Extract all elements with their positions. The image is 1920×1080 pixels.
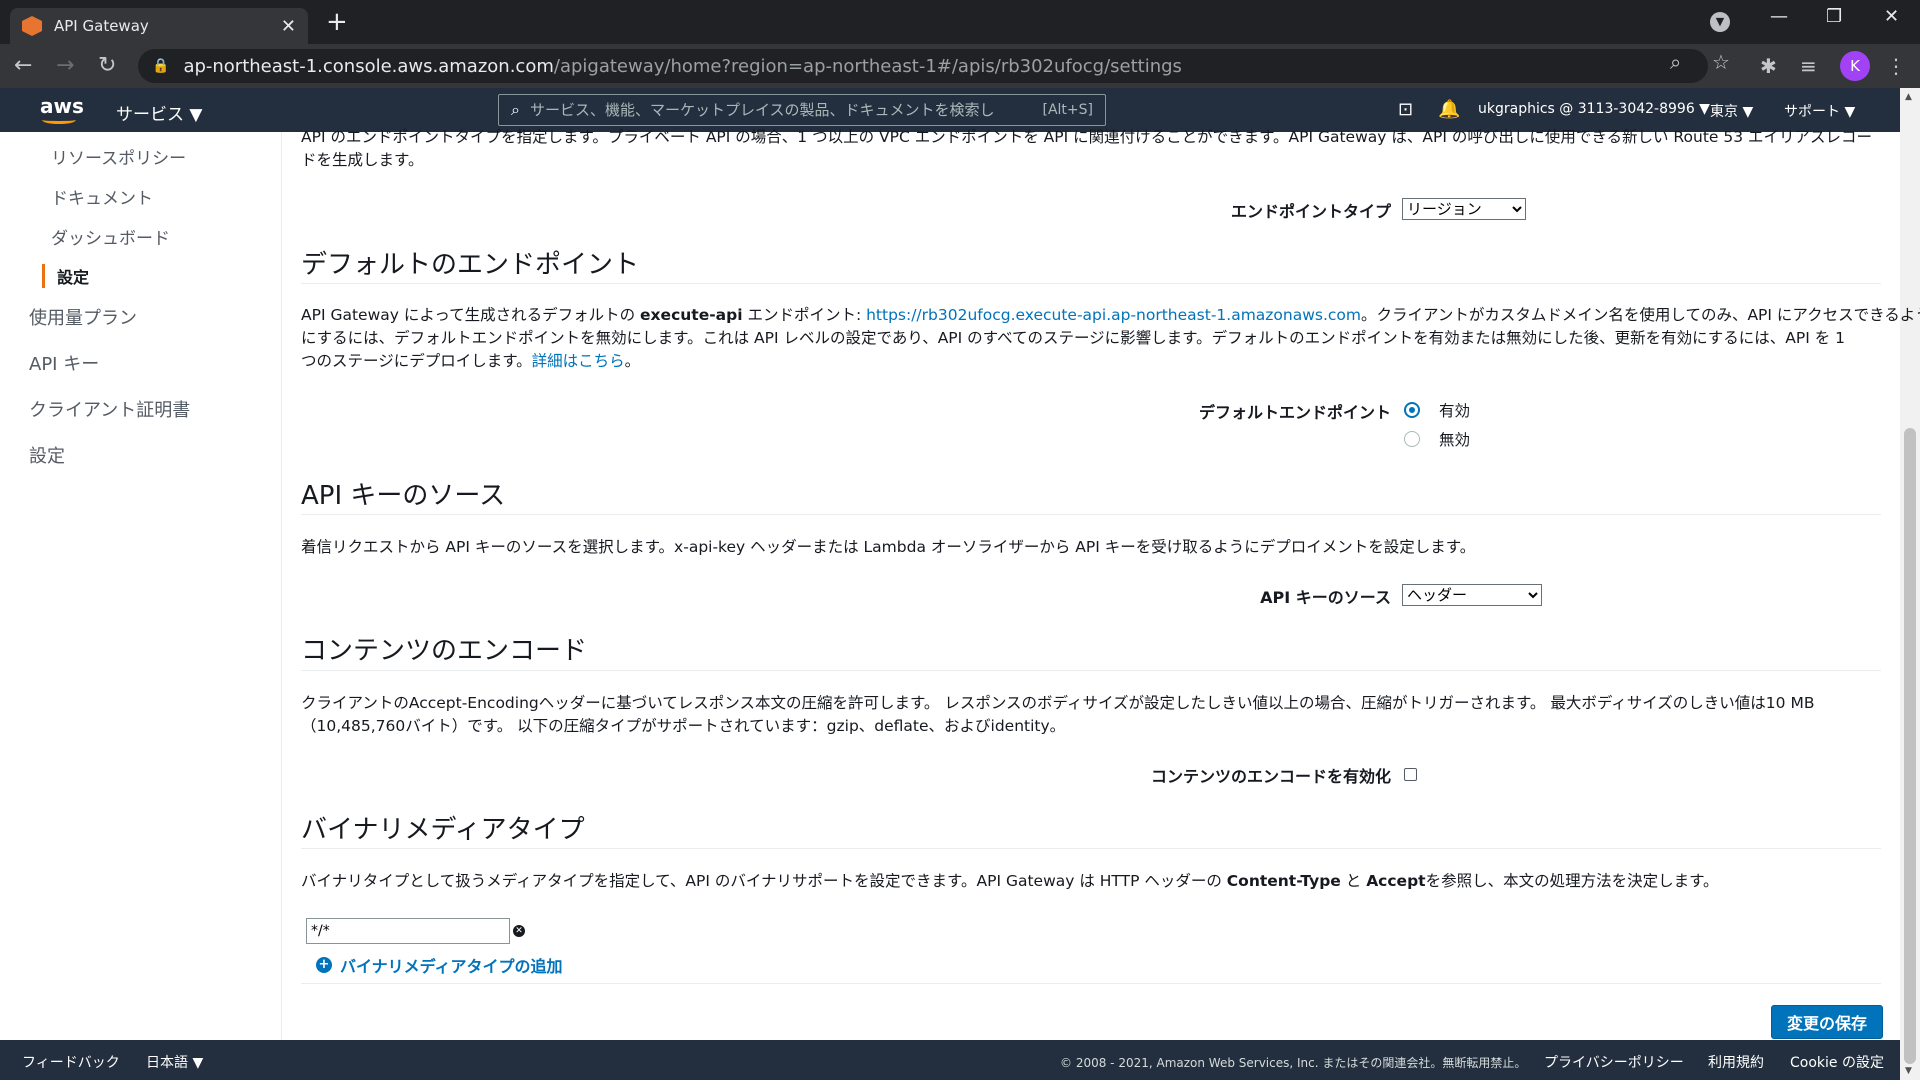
api-key-source-heading: API キーのソース [301, 481, 506, 511]
remove-media-type-icon[interactable]: ✕ [513, 925, 525, 937]
support-menu[interactable]: サポート ▼ [1784, 101, 1855, 121]
sidebar-item-dashboard[interactable]: ダッシュボード [51, 224, 170, 249]
binary-media-heading: バイナリメディアタイプ [301, 815, 585, 845]
main-content: API のエンドポイントタイプを指定します。プライベート API の場合、1 つ… [301, 128, 1920, 1040]
default-endpoint-label: デフォルトエンドポイント [1198, 403, 1391, 422]
default-endpoint-enabled-radio[interactable] [1404, 402, 1420, 418]
sidebar-item-resource-policy[interactable]: リソースポリシー [51, 144, 186, 169]
zoom-search-icon[interactable]: ⌕ [1670, 50, 1681, 74]
sidebar-item-usage-plans[interactable]: 使用量プラン [29, 304, 137, 330]
endpoint-type-select[interactable]: リージョン [1402, 198, 1526, 220]
default-endpoint-enabled-label: 有効 [1439, 402, 1471, 420]
back-icon[interactable]: ← [14, 53, 32, 78]
aws-logo[interactable]: aws [40, 94, 84, 124]
aws-search-input[interactable] [529, 101, 1043, 119]
content-encoding-description-line1: クライアントのAccept-Encodingヘッダーに基づいてレスポンス本文の圧… [301, 694, 1815, 712]
scroll-down-icon[interactable]: ▼ [1905, 1066, 1912, 1076]
browser-tab-strip: API Gateway ✕ + ▼ — ❐ ✕ [0, 0, 1920, 44]
default-endpoint-disabled-label: 無効 [1439, 431, 1471, 449]
console-footer: フィードバック 日本語 ▼ © 2008 - 2021, Amazon Web … [0, 1040, 1900, 1080]
terms-link[interactable]: 利用規約 [1708, 1052, 1764, 1072]
content-encoding-heading: コンテンツのエンコード [301, 636, 588, 666]
api-key-source-label: API キーのソース [1260, 588, 1391, 607]
forward-icon[interactable]: → [56, 53, 74, 78]
divider [301, 848, 1881, 849]
notifications-bell-icon[interactable]: 🔔 [1438, 99, 1460, 120]
language-selector[interactable]: 日本語 ▼ [146, 1052, 203, 1072]
sidebar-item-settings[interactable]: 設定 [29, 442, 65, 468]
feedback-link[interactable]: フィードバック [22, 1052, 120, 1072]
search-shortcut: [Alt+S] [1042, 102, 1094, 118]
cloudshell-icon[interactable]: ⊡ [1398, 99, 1413, 120]
profile-avatar[interactable]: K [1840, 51, 1870, 81]
lock-icon[interactable]: 🔒 [152, 58, 169, 74]
search-icon: ⌕ [511, 100, 520, 119]
endpoint-type-label: エンドポイントタイプ [1230, 202, 1391, 221]
tab-title: API Gateway [54, 17, 149, 35]
binary-media-description: バイナリタイプとして扱うメディアタイプを指定して、API のバイナリサポートを設… [301, 872, 1719, 890]
page-scrollbar[interactable]: ▲ ▼ [1900, 88, 1920, 1080]
close-window-icon[interactable]: ✕ [1884, 6, 1899, 27]
tab-search-icon[interactable]: ▼ [1710, 12, 1730, 32]
content-encoding-label: コンテンツのエンコードを有効化 [1150, 767, 1391, 786]
execute-api-url-link[interactable]: https://rb302ufocg.execute-api.ap-northe… [866, 306, 1361, 324]
default-endpoint-description-line3: つのステージにデプロイします。詳細はこちら。 [301, 352, 641, 370]
save-changes-button[interactable]: 変更の保存 [1771, 1005, 1883, 1039]
divider [301, 514, 1881, 515]
sidebar-item-client-certificates[interactable]: クライアント証明書 [29, 396, 190, 422]
new-tab-icon[interactable]: + [326, 8, 348, 36]
add-circle-icon: + [316, 957, 332, 973]
divider [301, 670, 1881, 671]
divider [301, 983, 1881, 984]
bookmark-star-icon[interactable]: ☆ [1712, 50, 1730, 74]
endpoint-description-line1: API のエンドポイントタイプを指定します。プライベート API の場合、1 つ… [301, 128, 1873, 146]
content-encoding-description-line2: （10,485,760バイト）です。 以下の圧縮タイプがサポートされています：g… [301, 717, 1066, 735]
api-key-source-select[interactable]: ヘッダー [1402, 584, 1542, 606]
url-text[interactable]: ap-northeast-1.console.aws.amazon.com/ap… [183, 56, 1182, 77]
default-endpoint-description-line2: にするには、デフォルトエンドポイントを無効にします。これは API レベルの設定… [301, 329, 1845, 347]
media-control-icon[interactable]: ≡ [1800, 54, 1817, 78]
sidebar: リソースポリシー ドキュメント ダッシュボード 設定 使用量プラン API キー… [0, 132, 282, 1040]
api-key-source-description: 着信リクエストから API キーのソースを選択します。x-api-key ヘッダ… [301, 538, 1476, 556]
sidebar-item-documentation[interactable]: ドキュメント [51, 184, 153, 209]
address-bar[interactable]: 🔒 ap-northeast-1.console.aws.amazon.com/… [138, 49, 1708, 83]
default-endpoint-description-line1: API Gateway によって生成されるデフォルトの execute-api … [301, 306, 1920, 324]
browser-toolbar: ← → ↻ 🔒 ap-northeast-1.console.aws.amazo… [0, 44, 1920, 88]
binary-media-type-input[interactable] [306, 918, 510, 944]
sidebar-item-api-settings[interactable]: 設定 [42, 264, 89, 288]
browser-tab[interactable]: API Gateway ✕ [10, 8, 308, 44]
services-menu[interactable]: サービス ▼ [116, 100, 202, 125]
browser-menu-icon[interactable]: ⋮ [1886, 54, 1906, 78]
account-menu[interactable]: ukgraphics @ 3113-3042-8996 ▼ [1478, 101, 1710, 117]
content-encoding-checkbox[interactable] [1404, 768, 1417, 781]
learn-more-link[interactable]: 詳細はこちら [532, 352, 625, 370]
copyright-text: © 2008 - 2021, Amazon Web Services, Inc.… [1060, 1056, 1527, 1070]
aws-favicon-icon [22, 16, 42, 36]
close-tab-icon[interactable]: ✕ [281, 16, 296, 37]
default-endpoint-disabled-radio[interactable] [1404, 431, 1420, 447]
divider [301, 283, 1881, 284]
extensions-icon[interactable]: ✱ [1760, 54, 1777, 78]
aws-search-box[interactable]: ⌕ [Alt+S] [498, 94, 1106, 126]
privacy-policy-link[interactable]: プライバシーポリシー [1544, 1052, 1684, 1072]
sidebar-item-api-keys[interactable]: API キー [29, 350, 99, 376]
default-endpoint-heading: デフォルトのエンドポイント [301, 250, 640, 280]
minimize-icon[interactable]: — [1770, 6, 1788, 27]
reload-icon[interactable]: ↻ [98, 53, 116, 78]
add-binary-media-type-link[interactable]: + バイナリメディアタイプの追加 [316, 953, 563, 977]
region-menu[interactable]: 東京 ▼ [1710, 101, 1753, 121]
endpoint-description-line2: ドを生成します。 [301, 151, 424, 169]
scroll-up-icon[interactable]: ▲ [1905, 92, 1912, 102]
cookie-settings-link[interactable]: Cookie の設定 [1790, 1052, 1884, 1072]
scrollbar-thumb[interactable] [1904, 428, 1916, 1064]
restore-icon[interactable]: ❐ [1826, 6, 1842, 27]
